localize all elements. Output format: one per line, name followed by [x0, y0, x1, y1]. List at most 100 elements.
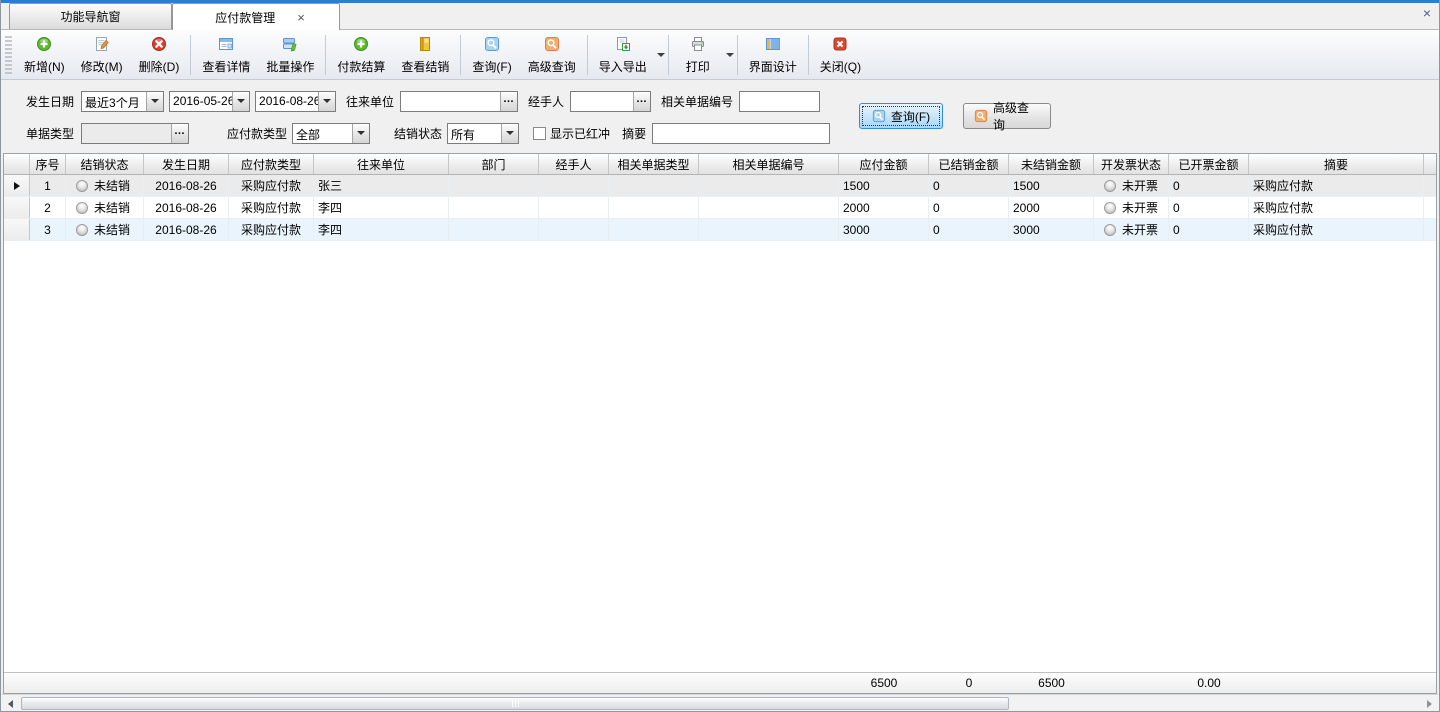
summary-field[interactable] [652, 123, 830, 144]
toolbar-button-label: 查询(F) [472, 58, 511, 75]
tab-close-icon[interactable]: × [297, 11, 305, 24]
partner-field[interactable]: … [400, 91, 518, 112]
table-cell: 1500 [839, 175, 929, 196]
toolbar-button-3[interactable]: 删除(D) [131, 33, 188, 77]
toolbar-button-9[interactable]: 高级查询 [520, 33, 584, 77]
scrollbar-thumb[interactable] [21, 697, 1009, 710]
row-selector-cell[interactable] [4, 219, 30, 240]
column-header[interactable]: 应付款类型 [229, 154, 314, 174]
toolbar-button-13[interactable]: 关闭(Q) [812, 33, 869, 77]
column-header[interactable]: 结销状态 [66, 154, 144, 174]
column-header[interactable]: 往来单位 [314, 154, 449, 174]
summary-label: 摘要 [622, 125, 646, 142]
toolbar-button-5[interactable]: 批量操作 [258, 33, 322, 77]
toolbar-button-12[interactable]: 界面设计 [741, 33, 805, 77]
column-header[interactable]: 已开票金额 [1169, 154, 1249, 174]
ellipsis-lookup-icon[interactable]: … [500, 92, 517, 111]
toolbar-button-11[interactable]: 打印 [672, 33, 724, 77]
toolbar-button-7[interactable]: 查看结销 [393, 33, 457, 77]
column-header[interactable]: 应付金额 [839, 154, 929, 174]
advanced-query-button[interactable]: 高级查询 [963, 103, 1051, 129]
column-header[interactable]: 序号 [30, 154, 66, 174]
chevron-down-icon[interactable] [657, 53, 665, 57]
scroll-left-icon[interactable] [2, 696, 19, 711]
row-selector-header [4, 154, 30, 174]
table-row[interactable]: 3未结销2016-08-26采购应付款李四300003000未开票0采购应付款 [4, 219, 1436, 241]
settle-status-combobox[interactable]: 所有 [447, 123, 519, 144]
tab-payables-management[interactable]: 应付款管理 × [172, 3, 340, 30]
toolbar-button-label: 付款结算 [337, 58, 385, 75]
status-sphere-icon [76, 224, 88, 236]
toolbar-separator [190, 35, 191, 75]
table-cell [699, 175, 839, 196]
rel-doc-no-field[interactable] [739, 91, 820, 112]
toolbar-button-label: 关闭(Q) [820, 58, 861, 75]
column-header[interactable]: 发生日期 [144, 154, 229, 174]
show-red-checkbox[interactable] [533, 127, 546, 140]
chevron-down-icon[interactable] [146, 92, 163, 111]
tab-function-nav[interactable]: 功能导航窗 [9, 3, 172, 29]
scroll-right-icon[interactable] [1421, 696, 1438, 711]
table-cell: 0 [1169, 175, 1249, 196]
column-header[interactable]: 摘要 [1249, 154, 1424, 174]
current-row-arrow-icon [14, 182, 20, 190]
column-header[interactable]: 未结销金额 [1009, 154, 1094, 174]
table-cell: 采购应付款 [1249, 197, 1424, 218]
toolbar-button-10[interactable]: 导入导出 [591, 33, 655, 77]
table-row[interactable]: 2未结销2016-08-26采购应付款李四200002000未开票0采购应付款 [4, 197, 1436, 219]
advanced-query-button-label: 高级查询 [993, 99, 1040, 133]
query-button[interactable]: 查询(F) [859, 103, 943, 129]
column-header[interactable]: 相关单据编号 [699, 154, 839, 174]
chevron-down-icon[interactable] [232, 92, 249, 111]
handler-field[interactable]: … [570, 91, 651, 112]
filter-buttons: 查询(F) 高级查询 [859, 103, 1051, 129]
payable-type-combobox[interactable]: 全部 [292, 123, 370, 144]
ellipsis-lookup-icon[interactable]: … [633, 92, 650, 111]
grid-summary-row: 6500065000.00 [4, 672, 1436, 693]
rel-doc-no-input[interactable] [740, 92, 819, 111]
chevron-down-icon[interactable] [726, 53, 734, 57]
ellipsis-lookup-icon[interactable]: … [171, 124, 188, 143]
toolbar-button-8[interactable]: 查询(F) [464, 33, 519, 77]
table-cell: 2000 [839, 197, 929, 218]
toolbar-button-2[interactable]: 修改(M) [73, 33, 131, 77]
doc-type-input [82, 124, 171, 143]
column-header[interactable]: 部门 [449, 154, 539, 174]
handler-input[interactable] [571, 92, 633, 111]
row-selector-cell[interactable] [4, 175, 30, 196]
chevron-down-icon[interactable] [318, 92, 335, 111]
toolbar-button-label: 删除(D) [139, 58, 180, 75]
table-row[interactable]: 1未结销2016-08-26采购应付款张三150001500未开票0采购应付款 [4, 175, 1436, 197]
table-cell-text: 采购应付款 [1253, 177, 1313, 194]
column-header[interactable]: 相关单据类型 [609, 154, 699, 174]
date-range-combobox[interactable]: 最近3个月 [81, 91, 164, 112]
row-selector-cell[interactable] [4, 197, 30, 218]
table-cell-text: 1500 [1013, 179, 1040, 193]
table-cell: 0 [929, 197, 1009, 218]
column-header[interactable]: 已结销金额 [929, 154, 1009, 174]
toolbar-button-4[interactable]: 查看详情 [194, 33, 258, 77]
date-to-combobox[interactable]: 2016-08-26 [255, 91, 336, 112]
grid-empty-area [4, 241, 1436, 672]
toolbar-button-1[interactable]: 新增(N) [16, 33, 73, 77]
summary-input[interactable] [653, 124, 829, 143]
table-cell-text: 采购应付款 [1253, 199, 1313, 216]
chevron-down-icon[interactable] [352, 124, 369, 143]
table-cell: 2016-08-26 [144, 219, 229, 240]
toolbar-button-6[interactable]: 付款结算 [329, 33, 393, 77]
payable-type-label: 应付款类型 [227, 125, 287, 142]
chevron-down-icon[interactable] [501, 124, 518, 143]
filter-row-2: 单据类型 … 应付款类型 全部 结销状态 所有 显示已红冲 摘要 [1, 122, 1439, 144]
horizontal-scrollbar[interactable] [1, 694, 1439, 711]
summary-cell [449, 673, 539, 693]
column-header[interactable]: 经手人 [539, 154, 609, 174]
date-from-combobox[interactable]: 2016-05-26 [169, 91, 250, 112]
table-cell-text: 2016-08-26 [155, 179, 216, 193]
column-header[interactable]: 开发票状态 [1094, 154, 1169, 174]
toolbar-grip-handle[interactable] [5, 36, 12, 74]
close-icon[interactable]: × [1423, 5, 1431, 21]
partner-input[interactable] [401, 92, 500, 111]
doc-type-field[interactable]: … [81, 123, 189, 144]
table-cell-text: 未开票 [1122, 177, 1158, 194]
summary-cell [30, 673, 66, 693]
